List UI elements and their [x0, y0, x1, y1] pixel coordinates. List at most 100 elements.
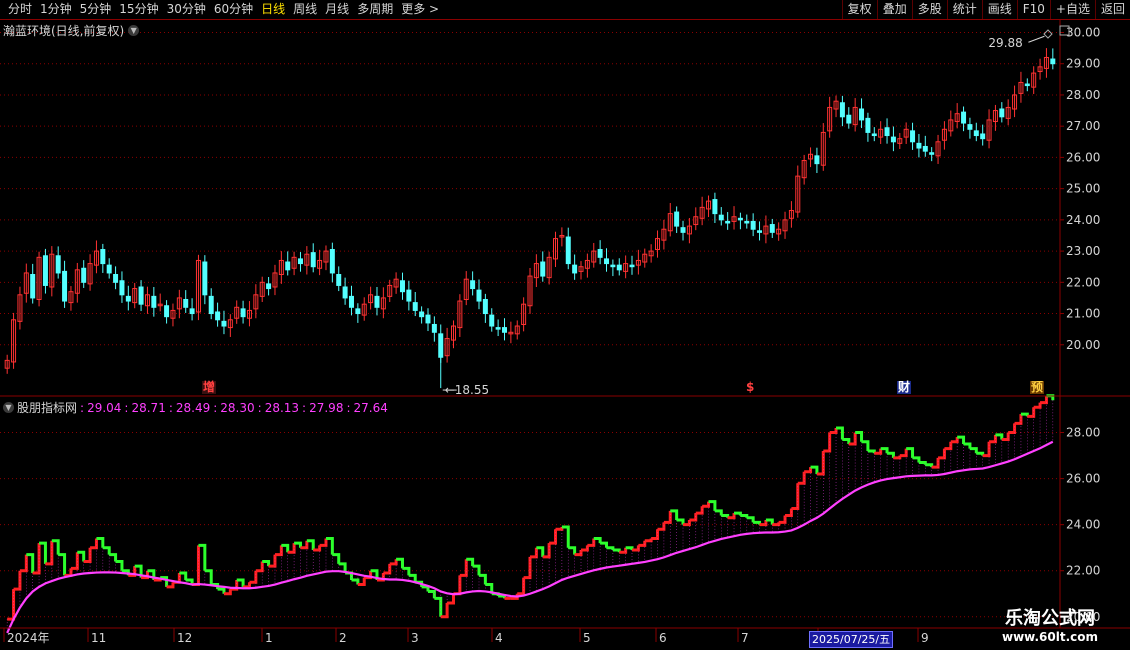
- ribbon-segment: [453, 575, 462, 596]
- candle: [125, 295, 131, 302]
- candle: [910, 130, 916, 143]
- candle: [846, 114, 852, 124]
- statistics-button[interactable]: 统计: [946, 0, 982, 19]
- event-marker-add[interactable]: 增: [202, 381, 217, 394]
- candle: [744, 220, 750, 224]
- ribbon-segment: [498, 594, 506, 599]
- price-axis-label: 29.00: [1066, 57, 1100, 71]
- overlay-button[interactable]: 叠加: [876, 0, 912, 19]
- ribbon-segment: [702, 501, 711, 508]
- indicator-name: 股朋指标网: [17, 401, 78, 415]
- indicator-value: 28.71: [131, 400, 166, 415]
- candle: [476, 289, 482, 302]
- indicator-value: 27.64: [353, 400, 388, 415]
- candle: [202, 261, 208, 296]
- tab-multi-period[interactable]: 多周期: [353, 0, 397, 19]
- ribbon-segment: [797, 471, 806, 485]
- chart-canvas[interactable]: 30.00 29.00 28.00 27.00 26.00 25.00 24.00 23.00…: [0, 20, 1130, 650]
- back-button[interactable]: 返回: [1094, 0, 1130, 19]
- candle: [425, 314, 431, 324]
- candle: [208, 295, 214, 315]
- stock-title[interactable]: 瀚蓝环境(日线,前复权) ▼: [3, 22, 140, 39]
- candle: [929, 152, 935, 155]
- ribbon-segment: [478, 573, 487, 585]
- candle: [757, 230, 763, 233]
- tab-5min[interactable]: 5分钟: [76, 0, 116, 19]
- ribbon-segment: [778, 515, 787, 524]
- ribbon-segment: [459, 559, 468, 577]
- multi-stock-button[interactable]: 多股: [911, 0, 947, 19]
- ribbon-segment: [274, 545, 283, 557]
- candle: [814, 155, 820, 165]
- candle: [501, 327, 507, 333]
- ribbon-segment: [345, 571, 353, 580]
- ribbon-segment: [867, 449, 876, 454]
- f10-button[interactable]: F10: [1016, 0, 1050, 19]
- ribbon-segment: [931, 457, 940, 469]
- date-axis-label: 6: [659, 631, 667, 645]
- event-marker-dividend[interactable]: $: [745, 381, 756, 394]
- candle: [355, 308, 361, 315]
- ribbon-segment: [402, 566, 411, 576]
- chevron-down-icon[interactable]: ▼: [3, 402, 14, 413]
- ribbon-segment: [651, 529, 660, 540]
- ribbon-segment: [19, 554, 28, 573]
- ribbon-segment: [612, 548, 621, 553]
- tab-timeshare[interactable]: 分时: [4, 0, 36, 19]
- date-axis-label: 4: [495, 631, 503, 645]
- candle: [572, 264, 578, 274]
- period-tabs: 分时 1分钟 5分钟 15分钟 30分钟 60分钟 日线 周线 月线 多周期 更…: [0, 0, 443, 19]
- ribbon-segment: [829, 427, 838, 435]
- ribbon-segment: [823, 432, 832, 453]
- candle: [42, 255, 48, 286]
- ribbon-segment: [421, 585, 430, 592]
- ribbon-segment: [663, 510, 672, 524]
- ribbon-segment: [606, 546, 615, 550]
- candle: [674, 211, 680, 227]
- ribbon-segment: [791, 483, 800, 511]
- tab-60min[interactable]: 60分钟: [210, 0, 257, 19]
- tab-monthly[interactable]: 月线: [321, 0, 353, 19]
- ribbon-segment: [217, 587, 226, 594]
- event-marker-forecast[interactable]: 预: [1030, 381, 1045, 394]
- tab-more[interactable]: 更多 >: [397, 0, 443, 19]
- tab-1min[interactable]: 1分钟: [36, 0, 76, 19]
- price-axis-label: 21.00: [1066, 307, 1100, 321]
- candle: [967, 124, 973, 130]
- ribbon-segment: [523, 556, 532, 580]
- indicator-value: 28.13: [264, 400, 300, 415]
- date-axis-label: 1: [265, 631, 273, 645]
- ribbon-segment: [319, 538, 328, 547]
- candle: [151, 295, 157, 308]
- candle: [164, 305, 170, 318]
- ribbon-segment: [938, 448, 946, 460]
- chevron-down-icon[interactable]: ▼: [128, 25, 140, 36]
- candle: [884, 127, 890, 137]
- ribbon-segment: [785, 508, 793, 517]
- tab-daily[interactable]: 日线: [257, 0, 289, 19]
- ribbon-segment: [383, 563, 392, 575]
- candle: [565, 236, 571, 265]
- ribbon-segment: [600, 541, 609, 548]
- ribbon-segment: [676, 518, 685, 525]
- draw-line-button[interactable]: 画线: [981, 0, 1017, 19]
- indicator-title[interactable]: ▼ 股朋指标网 : 29.04 : 28.71 : 28.49 : 28.30 …: [3, 399, 388, 416]
- tab-15min[interactable]: 15分钟: [115, 0, 162, 19]
- ribbon-segment: [1008, 423, 1017, 435]
- date-axis-label: 7: [741, 631, 749, 645]
- candle: [1050, 58, 1056, 65]
- indicator-value: 28.49: [175, 400, 211, 415]
- candle: [81, 267, 87, 283]
- candle: [106, 264, 112, 274]
- add-watchlist-button[interactable]: +自选: [1049, 0, 1095, 19]
- candle: [215, 311, 221, 321]
- adjust-button[interactable]: 复权: [841, 0, 877, 19]
- event-marker-finance[interactable]: 财: [897, 381, 912, 394]
- tab-30min[interactable]: 30分钟: [163, 0, 210, 19]
- candle: [138, 286, 144, 305]
- candle: [119, 280, 125, 296]
- tab-weekly[interactable]: 周线: [289, 0, 321, 19]
- candle: [240, 308, 246, 318]
- ribbon-segment: [204, 569, 213, 585]
- ribbon-segment: [969, 447, 978, 454]
